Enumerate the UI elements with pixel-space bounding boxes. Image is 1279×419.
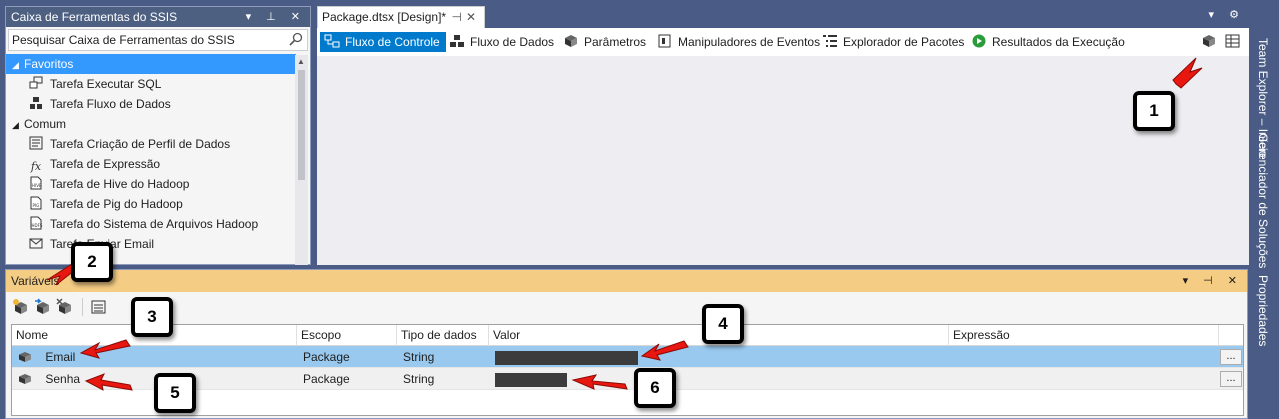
toolbox-window-controls[interactable]: ▾ ⊥ ✕ — [246, 7, 306, 27]
grid-options-button[interactable] — [1221, 32, 1250, 52]
toolbox-item-expression[interactable]: fx Tarefa de Expressão — [6, 154, 296, 174]
variables-cube-icon[interactable] — [1201, 34, 1217, 48]
add-variable-icon[interactable] — [12, 298, 30, 316]
group-comum[interactable]: ◢ Comum — [6, 114, 296, 134]
delete-variable-icon[interactable] — [56, 298, 74, 316]
cell-expression[interactable] — [951, 368, 1219, 390]
move-variable-icon[interactable] — [34, 298, 52, 316]
grid-options-icon[interactable] — [90, 298, 108, 316]
cell-scope[interactable]: Package — [299, 368, 397, 390]
tab-pin-close-icons[interactable]: ⊣✕ — [451, 7, 480, 27]
table-row[interactable]: Senha Package String █████████ ... — [12, 368, 1243, 390]
tab-execution-results[interactable]: Resultados da Execução — [967, 32, 1131, 52]
variables-title-bar: Variáveis ▾ ⊣ ✕ — [6, 270, 1247, 292]
tab-data-flow[interactable]: Fluxo de Dados — [445, 32, 560, 52]
variable-cube-icon — [19, 374, 31, 384]
column-header-expressao[interactable]: Expressão — [949, 325, 1219, 346]
annotation-badge-5: 5 — [154, 373, 196, 413]
data-flow-icon — [28, 96, 44, 110]
redacted-value: ████████████████ — [495, 350, 638, 365]
toolbox-item-hdfs[interactable]: HDFS Tarefa do Sistema de Arquivos Hadoop — [6, 214, 296, 234]
toolbox-search-input[interactable]: Pesquisar Caixa de Ferramentas do SSIS — [8, 29, 308, 51]
grid-table-icon[interactable] — [1225, 34, 1241, 48]
event-handler-icon — [657, 34, 673, 48]
data-flow-icon — [449, 34, 465, 48]
control-flow-icon — [324, 34, 340, 48]
group-favoritos[interactable]: ◢ Favoritos — [6, 54, 296, 74]
variables-toolbar — [6, 292, 1247, 322]
collapse-triangle-icon[interactable]: ◢ — [12, 55, 24, 75]
ssis-toolbox-panel: Caixa de Ferramentas do SSIS ▾ ⊥ ✕ Pesqu… — [5, 6, 311, 265]
tab-package-explorer[interactable]: Explorador de Pacotes — [818, 32, 970, 52]
annotation-badge-4: 4 — [702, 304, 744, 344]
cell-value[interactable]: █████████ — [491, 368, 949, 390]
annotation-badge-2: 2 — [71, 242, 113, 282]
play-circle-icon — [971, 34, 987, 48]
tab-event-handlers[interactable]: Manipuladores de Eventos — [653, 32, 826, 52]
tab-properties[interactable]: Propriedades — [1256, 275, 1270, 346]
redacted-value: █████████ — [495, 372, 567, 387]
svg-text:PIG: PIG — [33, 203, 40, 208]
fx-icon: fx — [30, 160, 42, 173]
tab-control-flow[interactable]: Fluxo de Controle — [320, 32, 446, 52]
column-header-escopo[interactable]: Escopo — [297, 325, 397, 346]
toolbox-item-data-profiling[interactable]: Tarefa Criação de Perfil de Dados — [6, 134, 296, 154]
annotation-badge-6: 6 — [634, 368, 676, 408]
tab-package-dtsx[interactable]: Package.dtsx [Design]* ⊣✕ — [317, 6, 485, 28]
designer-toolbar: Fluxo de Controle Fluxo de Dados Parâmet… — [317, 28, 1249, 56]
scroll-thumb[interactable] — [298, 70, 305, 180]
scroll-up-icon[interactable]: ▲ — [297, 57, 305, 66]
toolbox-scrollbar[interactable]: ▲ — [295, 55, 308, 265]
cell-scope[interactable]: Package — [299, 346, 397, 368]
table-row[interactable]: Email Package String ████████████████ ..… — [12, 346, 1243, 368]
tab-solution-explorer[interactable]: Gerenciador de Soluções — [1256, 133, 1270, 268]
variable-cube-icon — [19, 352, 31, 362]
profiling-icon — [28, 136, 44, 150]
toolbox-item-pig[interactable]: PIG Tarefa de Pig do Hadoop — [6, 194, 296, 214]
toolbox-item-data-flow[interactable]: Tarefa Fluxo de Dados — [6, 94, 296, 114]
variables-window-controls[interactable]: ▾ ⊣ ✕ — [1183, 270, 1243, 292]
collapse-triangle-icon[interactable]: ◢ — [12, 115, 24, 135]
cell-type[interactable]: String — [399, 346, 489, 368]
designer-surface[interactable]: Fluxo de Controle Fluxo de Dados Parâmet… — [317, 28, 1249, 265]
tree-list-icon — [822, 34, 838, 48]
toolbar-separator — [82, 298, 83, 316]
svg-text:HDFS: HDFS — [32, 223, 43, 228]
toolbox-item-execute-sql[interactable]: Tarefa Executar SQL — [6, 74, 296, 94]
pig-file-icon: PIG — [28, 196, 44, 210]
envelope-icon — [28, 236, 44, 250]
toolbox-title-bar: Caixa de Ferramentas do SSIS ▾ ⊥ ✕ — [6, 7, 310, 27]
expression-builder-button[interactable]: ... — [1220, 371, 1242, 387]
annotation-badge-3: 3 — [131, 297, 173, 337]
svg-text:HIVE: HIVE — [32, 183, 42, 188]
cell-value[interactable]: ████████████████ — [491, 346, 949, 368]
column-header-tipo[interactable]: Tipo de dados — [397, 325, 489, 346]
toolbox-item-send-mail[interactable]: Tarefa Enviar Email — [6, 234, 296, 254]
document-window-controls[interactable]: ▾ ⚙ — [1209, 8, 1245, 21]
annotation-badge-1: 1 — [1133, 91, 1175, 131]
toolbox-tree: ◢ Favoritos Tarefa Executar SQL Tarefa Fl… — [6, 54, 296, 254]
hdfs-file-icon: HDFS — [28, 216, 44, 230]
parameters-cube-icon — [563, 34, 579, 48]
cell-expression[interactable] — [951, 346, 1219, 368]
package-designer-window: Package.dtsx [Design]* ⊣✕ ▾ ⚙ Fluxo de C… — [317, 6, 1249, 265]
toolbox-title: Caixa de Ferramentas do SSIS — [11, 10, 178, 24]
side-tool-tabs: Team Explorer – Início Gerenciador de So… — [1251, 0, 1279, 419]
cell-type[interactable]: String — [399, 368, 489, 390]
search-icon[interactable] — [289, 32, 303, 46]
tab-parameters[interactable]: Parâmetros — [559, 32, 652, 52]
grid-header: Nome Escopo Tipo de dados Valor Expressã… — [12, 325, 1243, 346]
toolbox-item-hive[interactable]: HIVE Tarefa de Hive do Hadoop — [6, 174, 296, 194]
hive-file-icon: HIVE — [28, 176, 44, 190]
expression-builder-button[interactable]: ... — [1220, 349, 1242, 365]
toolbox-search-placeholder: Pesquisar Caixa de Ferramentas do SSIS — [12, 33, 235, 47]
variables-title: Variáveis — [11, 274, 60, 288]
execute-sql-icon — [28, 76, 44, 90]
cell-name[interactable]: Email — [14, 346, 297, 368]
